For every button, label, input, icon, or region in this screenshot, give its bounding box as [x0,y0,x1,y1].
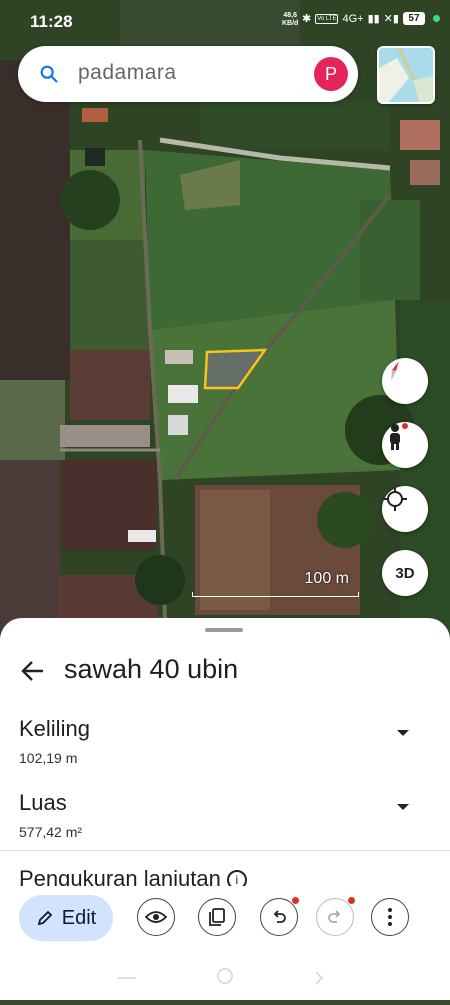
more-vert-icon [388,908,392,926]
chevron-down-icon[interactable] [397,804,409,810]
status-bar: 11:28 48,6 KB/d ✱ Vo LTE 4G+ ▮▮ ✕▮ 57 [0,0,450,42]
perimeter-row[interactable]: Keliling 102,19 m [19,716,429,766]
search-query[interactable]: padamara [78,61,177,85]
scale-label: 100 m [304,570,349,587]
undo-icon [273,910,286,923]
layers-thumbnail-button[interactable] [377,46,435,104]
system-nav-icons [118,968,324,985]
area-label: Luas [19,790,67,815]
area-row[interactable]: Luas 577,42 m² [19,790,429,840]
location-target-icon [383,487,407,511]
redo-button[interactable] [316,897,355,936]
system-nav-bar [0,956,450,1000]
copy-icon [209,908,225,926]
signal-bars-icon: ▮▮ [367,13,380,25]
3d-toggle-button[interactable]: 3D [382,550,428,596]
net-speed: 48,6 KB/d [282,12,299,27]
undo-indicator-dot [292,897,299,904]
bluetooth-icon: ✱ [302,13,312,25]
edit-label: Edit [61,906,97,929]
search-bar[interactable]: padamara P [18,46,358,102]
redo-indicator-dot [348,897,355,904]
map-thumbnail-icon [379,48,433,102]
compass-icon [391,361,399,381]
redo-icon [328,910,341,923]
perimeter-value: 102,19 m [19,750,78,766]
search-icon [40,65,58,83]
perimeter-label: Keliling [19,716,90,741]
signal-icon: 4G+ [342,12,364,25]
avatar[interactable]: P [314,57,348,91]
pencil-icon [37,910,53,926]
compass-button[interactable] [382,358,428,404]
chevron-down-icon[interactable] [397,730,409,736]
back-arrow-icon[interactable] [20,658,46,684]
eye-icon [145,911,167,923]
scale-bar: 100 m [192,568,359,598]
copy-button[interactable] [198,898,236,936]
edit-button[interactable]: Edit [19,895,113,941]
measurement-toolbar: Edit [0,886,450,956]
pegman-icon [390,423,408,450]
status-icons: ✱ Vo LTE 4G+ ▮▮ ✕▮ 57 [302,12,440,25]
my-location-button[interactable] [382,486,428,532]
measurement-title: sawah 40 ubin [64,654,239,684]
undo-button[interactable] [260,897,299,936]
divider [0,850,450,851]
battery-icon: 57 [402,12,425,25]
street-view-button[interactable] [382,422,428,468]
map-view[interactable]: 11:28 48,6 KB/d ✱ Vo LTE 4G+ ▮▮ ✕▮ 57 pad… [0,0,450,640]
scale-line [192,592,359,597]
status-time: 11:28 [30,12,73,31]
wifi-off-icon: ✕▮ [383,13,399,25]
area-value: 577,42 m² [19,824,83,840]
more-options-button[interactable] [371,898,409,936]
visibility-button[interactable] [137,898,175,936]
privacy-dot-icon [432,15,440,22]
volte-icon: Vo LTE [315,13,339,24]
sheet-drag-handle[interactable] [205,628,243,632]
